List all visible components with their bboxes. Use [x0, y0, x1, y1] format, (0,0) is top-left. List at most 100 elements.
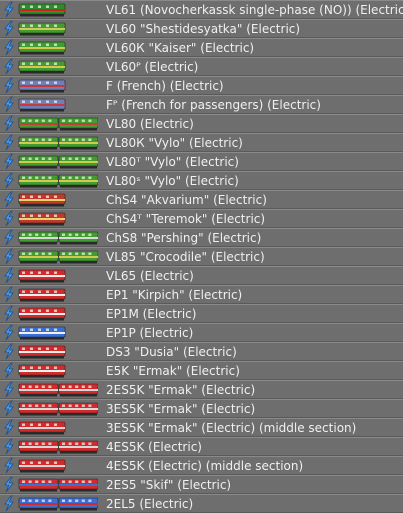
vehicle-list: VL61 (Novocherkassk single-phase (NO)) (… [0, 0, 403, 513]
lightning-bolt-icon [2, 305, 16, 322]
lightning-bolt-icon [2, 457, 16, 474]
lightning-bolt-icon [2, 172, 16, 189]
list-item[interactable]: 2ES5K "Ermak" (Electric) [0, 380, 403, 399]
list-item[interactable]: ChS4 "Akvarium" (Electric) [0, 190, 403, 209]
lightning-bolt-icon [2, 96, 16, 113]
lightning-bolt-icon [2, 381, 16, 398]
list-item-label: EP1P (Electric) [106, 326, 194, 340]
list-item[interactable]: 4ES5K (Electric) (middle section) [0, 456, 403, 475]
list-item-label: 2ES5 "Skif" (Electric) [106, 478, 232, 492]
list-item-label: 3ES5K "Ermak" (Electric) [106, 402, 256, 416]
list-item[interactable]: VL80К "Vylo" (Electric) [0, 133, 403, 152]
loco-icon [18, 60, 66, 74]
list-item[interactable]: VL85 "Crocodile" (Electric) [0, 247, 403, 266]
list-item[interactable]: 4ES5K (Electric) [0, 437, 403, 456]
list-item-label: 4ES5K (Electric) [106, 440, 202, 454]
loco-icon [18, 345, 66, 359]
loco-icon [18, 250, 98, 264]
list-item[interactable]: VL60 "Shestidesyatka" (Electric) [0, 19, 403, 38]
list-item[interactable]: EP1 "Kirpich" (Electric) [0, 285, 403, 304]
loco-icon [18, 174, 98, 188]
list-item-label: VL85 "Crocodile" (Electric) [106, 250, 265, 264]
loco-icon [18, 231, 98, 245]
lightning-bolt-icon [2, 248, 16, 265]
list-item[interactable]: 3ES5K "Ermak" (Electric) (middle section… [0, 418, 403, 437]
lightning-bolt-icon [2, 343, 16, 360]
list-item[interactable]: F (French) (Electric) [0, 76, 403, 95]
list-item-label: EP1M (Electric) [106, 307, 197, 321]
lightning-bolt-icon [2, 495, 16, 512]
loco-icon [18, 402, 98, 416]
list-item[interactable]: VL60ᴾ (Electric) [0, 57, 403, 76]
list-item-label: 3ES5K "Ermak" (Electric) (middle section… [106, 421, 357, 435]
lightning-bolt-icon [2, 229, 16, 246]
list-item[interactable]: VL80ᵀ "Vylo" (Electric) [0, 152, 403, 171]
list-item-label: F (French) (Electric) [106, 79, 224, 93]
list-item[interactable]: Fᴾ (French for passengers) (Electric) [0, 95, 403, 114]
list-item-label: ChS4 "Akvarium" (Electric) [106, 193, 267, 207]
list-item[interactable]: DS3 "Dusia" (Electric) [0, 342, 403, 361]
lightning-bolt-icon [2, 1, 16, 18]
loco-icon [18, 288, 66, 302]
list-item[interactable]: 2ES5 "Skif" (Electric) [0, 475, 403, 494]
loco-icon [18, 117, 98, 131]
lightning-bolt-icon [2, 286, 16, 303]
loco-icon [18, 421, 66, 435]
loco-icon [18, 212, 66, 226]
loco-icon [18, 22, 66, 36]
list-item[interactable]: ChS4ᵀ "Teremok" (Electric) [0, 209, 403, 228]
list-item[interactable]: 3ES5K "Ermak" (Electric) [0, 399, 403, 418]
lightning-bolt-icon [2, 438, 16, 455]
list-item-label: VL80 (Electric) [106, 117, 194, 131]
list-item[interactable]: EP1P (Electric) [0, 323, 403, 342]
loco-icon [18, 497, 98, 511]
list-item-label: DS3 "Dusia" (Electric) [106, 345, 237, 359]
lightning-bolt-icon [2, 476, 16, 493]
lightning-bolt-icon [2, 115, 16, 132]
lightning-bolt-icon [2, 419, 16, 436]
lightning-bolt-icon [2, 210, 16, 227]
list-item[interactable]: VL61 (Novocherkassk single-phase (NO)) (… [0, 0, 403, 19]
loco-icon [18, 79, 66, 93]
loco-icon [18, 193, 66, 207]
lightning-bolt-icon [2, 267, 16, 284]
loco-icon [18, 364, 66, 378]
list-item[interactable]: VL80ˢ "Vylo" (Electric) [0, 171, 403, 190]
list-item-label: VL61 (Novocherkassk single-phase (NO)) (… [106, 3, 403, 17]
list-item-label: 2ES5K "Ermak" (Electric) [106, 383, 256, 397]
list-item[interactable]: E5K "Ermak" (Electric) [0, 361, 403, 380]
list-item-label: ChS8 "Pershing" (Electric) [106, 231, 262, 245]
lightning-bolt-icon [2, 324, 16, 341]
loco-icon [18, 41, 66, 55]
list-item[interactable]: VL80 (Electric) [0, 114, 403, 133]
lightning-bolt-icon [2, 20, 16, 37]
lightning-bolt-icon [2, 134, 16, 151]
lightning-bolt-icon [2, 362, 16, 379]
loco-icon [18, 459, 66, 473]
list-item[interactable]: EP1M (Electric) [0, 304, 403, 323]
list-item[interactable]: VL60К "Kaiser" (Electric) [0, 38, 403, 57]
lightning-bolt-icon [2, 77, 16, 94]
list-item[interactable]: ChS8 "Pershing" (Electric) [0, 228, 403, 247]
loco-icon [18, 440, 98, 454]
lightning-bolt-icon [2, 58, 16, 75]
list-item-label: VL80ˢ "Vylo" (Electric) [106, 174, 239, 188]
list-item-label: 2EL5 (Electric) [106, 497, 194, 511]
lightning-bolt-icon [2, 39, 16, 56]
list-item-label: VL80К "Vylo" (Electric) [106, 136, 243, 150]
loco-icon [18, 3, 66, 17]
list-item-label: E5K "Ermak" (Electric) [106, 364, 240, 378]
list-item-label: VL60К "Kaiser" (Electric) [106, 41, 255, 55]
loco-icon [18, 383, 98, 397]
lightning-bolt-icon [2, 400, 16, 417]
lightning-bolt-icon [2, 153, 16, 170]
loco-icon [18, 98, 66, 112]
loco-icon [18, 307, 66, 321]
list-item-label: 4ES5K (Electric) (middle section) [106, 459, 304, 473]
loco-icon [18, 155, 98, 169]
list-item[interactable]: 2EL5 (Electric) [0, 494, 403, 513]
list-item[interactable]: VL65 (Electric) [0, 266, 403, 285]
list-item-label: VL60 "Shestidesyatka" (Electric) [106, 22, 301, 36]
loco-icon [18, 326, 66, 340]
loco-icon [18, 478, 98, 492]
